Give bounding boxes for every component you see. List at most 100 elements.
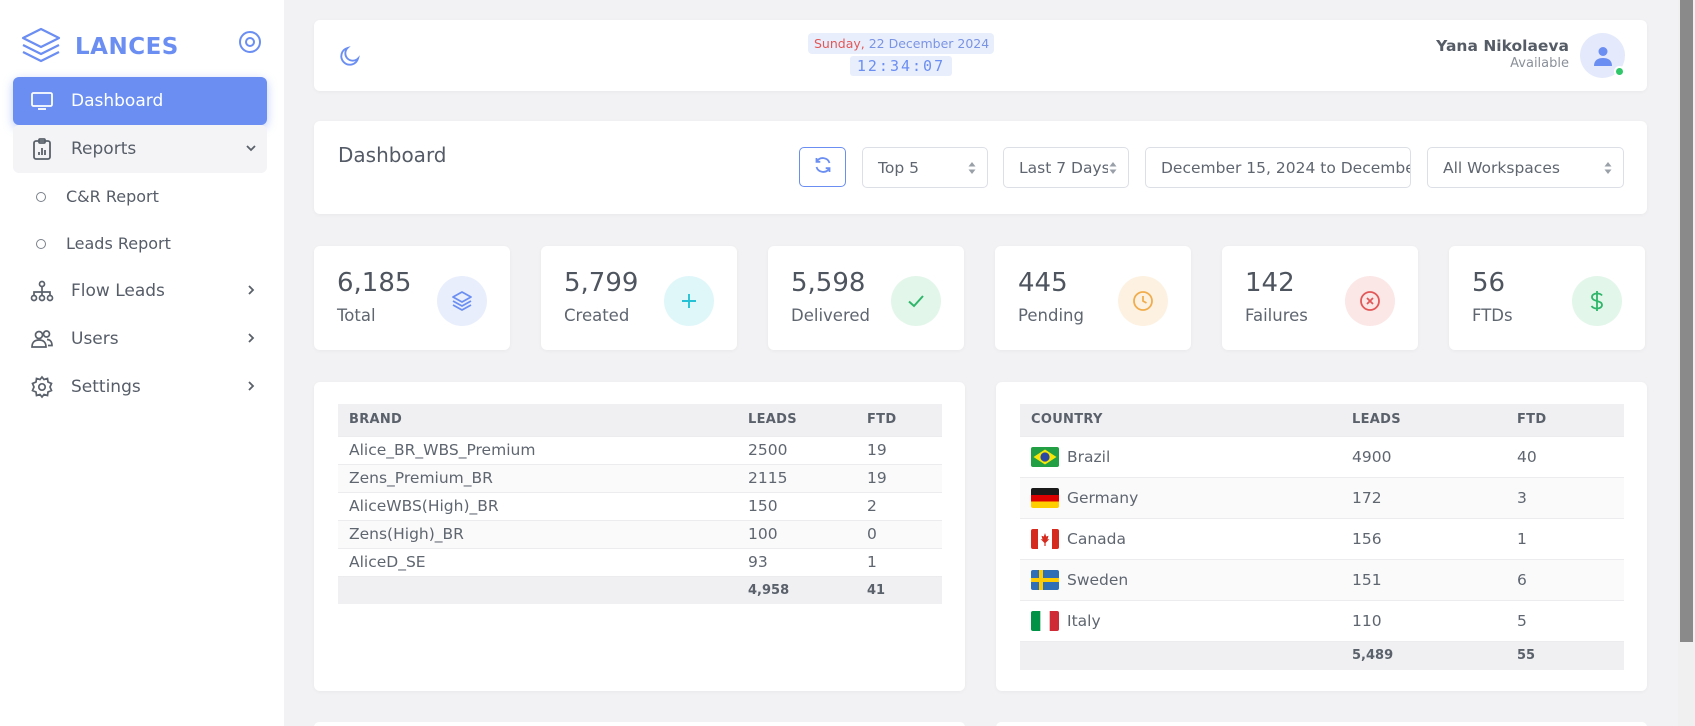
cell-country: Brazil bbox=[1020, 435, 1341, 477]
stat-value: 5,799 bbox=[564, 268, 639, 298]
stat-value: 142 bbox=[1245, 268, 1295, 298]
sort-arrows-icon bbox=[1108, 161, 1118, 175]
sidebar-item-label: Reports bbox=[71, 139, 137, 159]
monitor-icon bbox=[29, 88, 55, 114]
cell-leads: 2115 bbox=[737, 463, 856, 492]
column-header[interactable]: LEADS bbox=[1341, 404, 1506, 436]
date-range-select[interactable]: Last 7 Days bbox=[1003, 147, 1129, 188]
clipboard-chart-icon bbox=[29, 136, 55, 162]
sidebar-item-settings[interactable]: Settings bbox=[13, 363, 267, 411]
cell-brand: Zens_Premium_BR bbox=[338, 463, 737, 492]
stat-label: Total bbox=[337, 306, 376, 325]
table-row: Alice_BR_WBS_Premium 2500 19 bbox=[338, 435, 942, 464]
column-header[interactable]: LEADS bbox=[737, 404, 856, 436]
stat-card-delivered: 5,598 Delivered bbox=[768, 246, 964, 350]
sitemap-icon bbox=[29, 278, 55, 304]
table-row: AliceD_SE 93 1 bbox=[338, 547, 942, 576]
column-header[interactable]: FTD bbox=[856, 404, 942, 436]
brazil-flag-icon bbox=[1031, 446, 1059, 467]
refresh-button[interactable] bbox=[799, 147, 846, 187]
sidebar-item-flow-leads[interactable]: Flow Leads bbox=[13, 267, 267, 315]
canada-flag-icon bbox=[1031, 528, 1059, 549]
stat-value: 445 bbox=[1018, 268, 1068, 298]
cell-leads: 2500 bbox=[737, 435, 856, 464]
top-n-select[interactable]: Top 5 bbox=[862, 147, 988, 188]
input-value: December 15, 2024 to December 22, 2024 bbox=[1161, 158, 1410, 177]
cell-total-leads: 5,489 bbox=[1341, 640, 1506, 670]
cell-total-leads: 4,958 bbox=[737, 575, 856, 604]
cell-total-ftd: 41 bbox=[856, 575, 942, 604]
cell-ftd: 1 bbox=[1506, 517, 1624, 559]
column-header[interactable]: BRAND bbox=[338, 404, 737, 436]
cell-ftd: 6 bbox=[1506, 558, 1624, 600]
sidebar-toggle-icon[interactable] bbox=[237, 29, 263, 55]
sort-arrows-icon bbox=[967, 161, 977, 175]
table-row: Italy 110 5 bbox=[1020, 599, 1624, 641]
brand-table: BRAND LEADS FTD Alice_BR_WBS_Premium 250… bbox=[338, 404, 942, 604]
sidebar-item-label: Settings bbox=[71, 377, 141, 397]
date-time-widget: Sunday, 22 December 2024 12:34:07 bbox=[808, 33, 994, 76]
cell-ftd: 40 bbox=[1506, 435, 1624, 477]
chevron-down-icon bbox=[243, 140, 259, 156]
dollar-icon bbox=[1572, 276, 1622, 326]
sidebar-item-dashboard[interactable]: Dashboard bbox=[13, 77, 267, 125]
circle-icon bbox=[36, 191, 46, 202]
scrollbar-thumb[interactable] bbox=[1680, 0, 1693, 642]
user-status: Available bbox=[1510, 56, 1569, 71]
user-name: Yana Nikolaeva bbox=[1436, 37, 1569, 55]
chevron-right-icon bbox=[243, 282, 259, 298]
column-header[interactable]: FTD bbox=[1506, 404, 1624, 436]
sidebar-subitem-cr-report[interactable]: C&R Report bbox=[13, 173, 267, 220]
plus-icon bbox=[664, 276, 714, 326]
table-row: Sweden 151 6 bbox=[1020, 558, 1624, 600]
layers-logo-icon bbox=[20, 26, 62, 68]
sidebar-item-label: Dashboard bbox=[71, 91, 164, 111]
cell-leads: 100 bbox=[737, 519, 856, 548]
date-range-input[interactable]: December 15, 2024 to December 22, 2024 bbox=[1145, 147, 1411, 188]
user-info[interactable]: Yana Nikolaeva Available bbox=[1436, 37, 1569, 71]
logo[interactable]: LANCES bbox=[20, 26, 179, 68]
stat-value: 6,185 bbox=[337, 268, 412, 298]
cell-leads: 150 bbox=[737, 491, 856, 520]
country-table-panel: COUNTRY LEADS FTD Brazil 4900 40 Germany… bbox=[996, 382, 1647, 691]
table-header-row: BRAND LEADS FTD bbox=[338, 404, 942, 436]
country-name: Brazil bbox=[1067, 447, 1111, 466]
stat-label: Failures bbox=[1245, 306, 1308, 325]
cell-brand: AliceWBS(High)_BR bbox=[338, 491, 737, 520]
avatar[interactable] bbox=[1580, 33, 1625, 78]
stat-label: Delivered bbox=[791, 306, 870, 325]
stat-card-total: 6,185 Total bbox=[314, 246, 510, 350]
sidebar-item-label: Flow Leads bbox=[71, 281, 165, 301]
cell-total-ftd: 55 bbox=[1506, 640, 1624, 670]
table-row: Germany 172 3 bbox=[1020, 476, 1624, 518]
cell-leads: 93 bbox=[737, 547, 856, 576]
stat-label: Pending bbox=[1018, 306, 1084, 325]
table-total-row: 4,958 41 bbox=[338, 575, 942, 604]
stat-card-ftds: 56 FTDs bbox=[1449, 246, 1645, 350]
table-total-row: 5,489 55 bbox=[1020, 640, 1624, 670]
country-name: Canada bbox=[1067, 529, 1126, 548]
moon-icon[interactable] bbox=[338, 44, 362, 68]
stat-card-pending: 445 Pending bbox=[995, 246, 1191, 350]
layers-icon bbox=[437, 276, 487, 326]
sort-arrows-icon bbox=[1603, 161, 1613, 175]
cell-country: Germany bbox=[1020, 476, 1341, 518]
table-header-row: COUNTRY LEADS FTD bbox=[1020, 404, 1624, 436]
sidebar-item-users[interactable]: Users bbox=[13, 315, 267, 363]
italy-flag-icon bbox=[1031, 610, 1059, 631]
circle-icon bbox=[36, 238, 46, 249]
sidebar-item-reports[interactable]: Reports bbox=[13, 125, 267, 173]
sidebar-subitem-leads-report[interactable]: Leads Report bbox=[13, 220, 267, 267]
cell-leads: 151 bbox=[1341, 558, 1506, 600]
workspace-select[interactable]: All Workspaces bbox=[1427, 147, 1624, 188]
cell-country: Canada bbox=[1020, 517, 1341, 559]
sidebar-item-label: C&R Report bbox=[66, 187, 159, 206]
top-bar: Sunday, 22 December 2024 12:34:07 Yana N… bbox=[314, 20, 1647, 91]
page-scrollbar[interactable] bbox=[1678, 0, 1695, 726]
country-name: Italy bbox=[1067, 611, 1101, 630]
country-name: Germany bbox=[1067, 488, 1139, 507]
refresh-icon bbox=[813, 155, 833, 179]
stat-card-failures: 142 Failures bbox=[1222, 246, 1418, 350]
cell-ftd: 1 bbox=[856, 547, 942, 576]
column-header[interactable]: COUNTRY bbox=[1020, 404, 1341, 436]
